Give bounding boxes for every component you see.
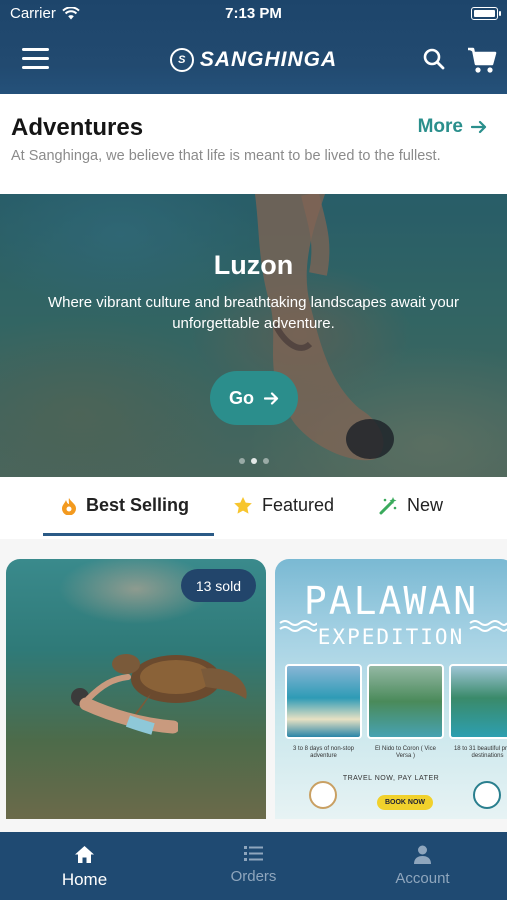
carousel-dot[interactable] (262, 458, 269, 464)
more-label: More (417, 116, 463, 137)
hero-title: Luzon (213, 250, 294, 280)
tab-label: Home (61, 870, 108, 889)
tab-best-selling[interactable]: Best Selling (61, 495, 189, 516)
poster-caption: El Nido to Coron ( Vice Versa ) (375, 746, 436, 759)
status-bar: Carrier 7:13 PM (0, 0, 507, 28)
user-icon (414, 845, 431, 864)
battery-icon (471, 7, 501, 20)
brand-seal-icon (473, 781, 501, 809)
magic-wand-icon (379, 496, 397, 514)
section-title: Adventures (11, 114, 144, 141)
logo-mark: S (169, 48, 194, 72)
list-icon (244, 846, 263, 861)
wave-decoration-icon (279, 620, 317, 632)
brand-name: SANGHINGA (199, 48, 338, 71)
active-tab-indicator (43, 533, 214, 536)
book-now-button[interactable]: BOOK NOW (377, 795, 433, 810)
poster-photo (285, 664, 362, 739)
adventures-section-header: Adventures More At Sanghinga, we believe… (0, 94, 507, 194)
poster-photo (367, 664, 444, 739)
category-tabs: Best Selling Featured New (0, 477, 507, 539)
more-link[interactable]: More (418, 116, 487, 138)
poster-title: PALAWAN (303, 579, 479, 623)
status-time: 7:13 PM (225, 5, 282, 22)
tab-label: New (407, 495, 444, 515)
tab-home[interactable]: Home (0, 832, 169, 900)
section-description: At Sanghinga, we believe that life is me… (11, 148, 441, 164)
arrow-right-icon (471, 120, 487, 134)
arrow-right-icon (264, 391, 279, 405)
sold-count-badge: 13 sold (180, 569, 256, 602)
tab-orders[interactable]: Orders (169, 832, 338, 900)
tab-label: Featured (262, 495, 335, 515)
product-card[interactable]: 13 sold (6, 559, 266, 819)
hero-carousel[interactable]: Luzon Where vibrant culture and breathta… (0, 194, 507, 477)
tab-label: Account (395, 870, 450, 887)
carousel-dot[interactable] (250, 458, 257, 464)
carousel-dots (0, 458, 507, 464)
badge-seal-icon (309, 781, 337, 809)
poster-caption: 18 to 31 beautiful pristine destinations (453, 746, 507, 759)
poster-tagline: TRAVEL NOW, PAY LATER (342, 775, 440, 782)
search-icon[interactable] (422, 47, 446, 71)
product-card[interactable]: PALAWAN EXPEDITION 3 to 8 days of non-st… (275, 559, 507, 819)
tab-label: Best Selling (86, 495, 190, 515)
go-button[interactable]: Go (210, 371, 298, 425)
tab-account[interactable]: Account (338, 832, 507, 900)
cart-icon[interactable] (467, 46, 497, 74)
product-carousel[interactable]: 13 sold PALAWAN EXPEDITION 3 to 8 days o… (0, 539, 507, 832)
poster-caption: 3 to 8 days of non-stop adventure (292, 746, 355, 759)
home-icon (75, 846, 94, 863)
top-app-bar: Carrier 7:13 PM S SANGHINGA (0, 0, 507, 94)
star-icon (234, 497, 252, 514)
wave-decoration-icon (469, 620, 507, 632)
bottom-tab-bar: Home Orders Account (0, 832, 507, 900)
fire-icon (62, 497, 76, 515)
tab-featured[interactable]: Featured (233, 495, 334, 516)
poster-photo (449, 664, 507, 739)
go-label: Go (229, 387, 254, 408)
tab-new[interactable]: New (378, 495, 443, 516)
carousel-dot[interactable] (238, 458, 245, 464)
tab-label: Orders (230, 868, 277, 885)
hero-subtitle: Where vibrant culture and breathtaking l… (47, 294, 460, 332)
diver-image (71, 674, 178, 735)
